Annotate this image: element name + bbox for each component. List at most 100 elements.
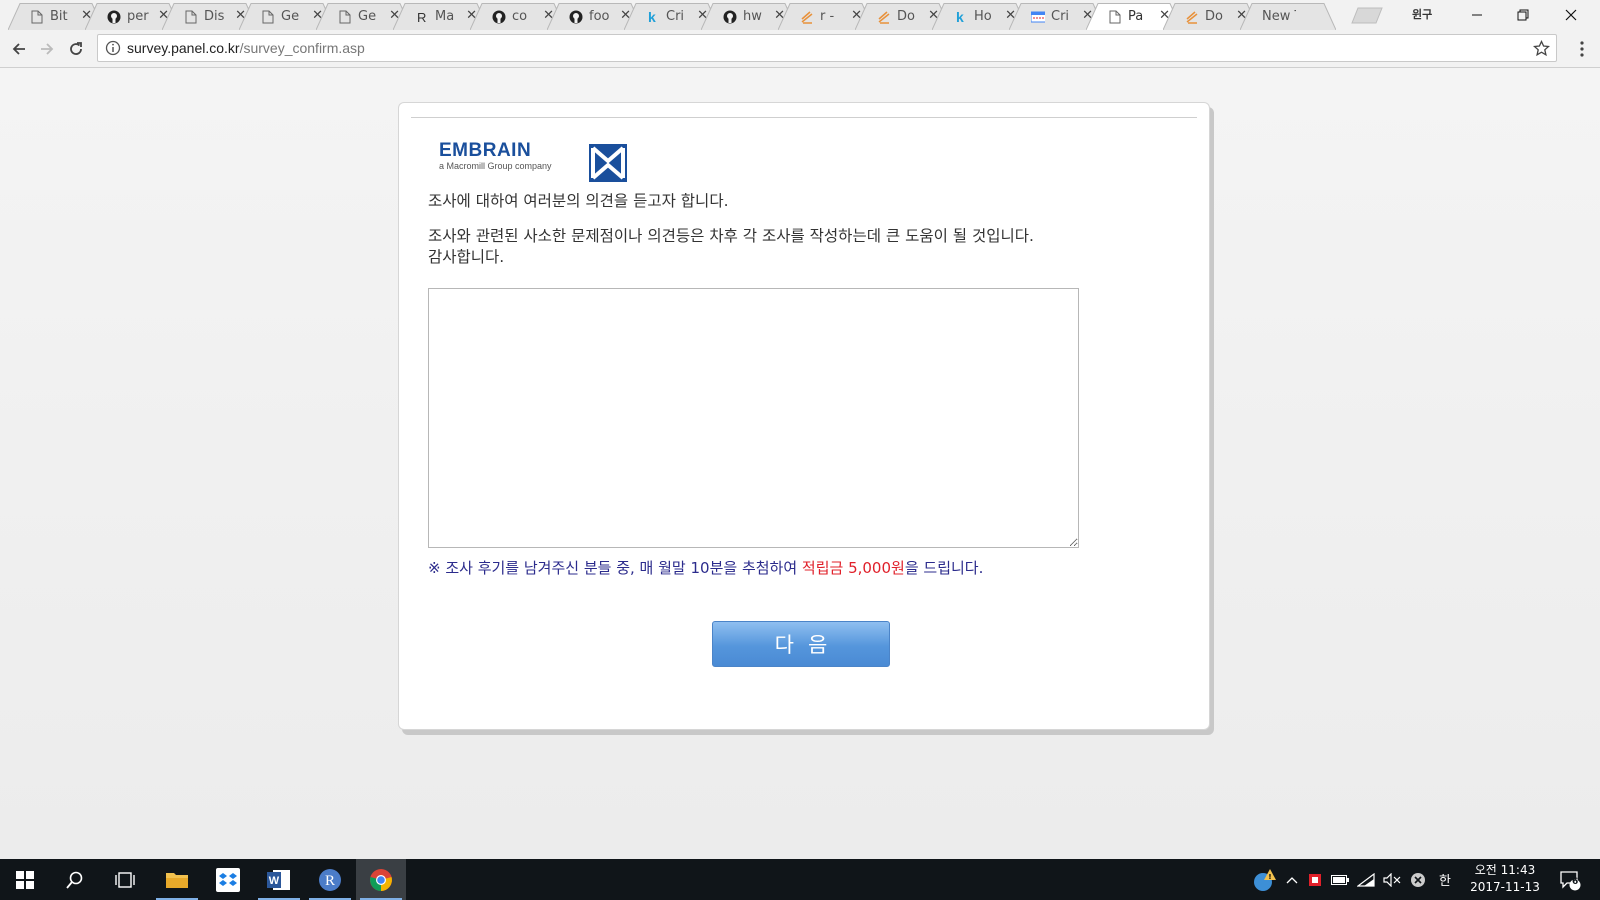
reload-icon <box>70 42 82 55</box>
stack-icon <box>800 10 814 24</box>
battery-button[interactable] <box>1328 859 1352 900</box>
close-icon <box>1565 9 1577 21</box>
tab-title: Do <box>1205 9 1223 24</box>
start-button[interactable] <box>0 859 50 900</box>
next-button[interactable]: 다음 <box>712 621 890 667</box>
profile-button[interactable]: 윈구 <box>1412 6 1432 22</box>
minimize-icon <box>1472 14 1482 16</box>
tab-title: r - <box>820 9 835 24</box>
clock[interactable]: 오전 11:43 2017-11-13 <box>1465 862 1545 896</box>
doc-icon <box>338 10 352 24</box>
file-explorer-button[interactable] <box>152 859 202 900</box>
stack-icon <box>1185 10 1199 24</box>
arrow-left-icon <box>12 43 25 55</box>
reload-button[interactable] <box>64 37 88 61</box>
tab-title: Do <box>897 9 915 24</box>
stack-icon <box>877 10 891 24</box>
svg-text:k: k <box>956 10 964 24</box>
windows-taskbar: W R ! 한 오전 11:43 2017-11-13 6 <box>0 859 1600 900</box>
r-button[interactable]: R <box>305 859 355 900</box>
tab-title: New T <box>1262 9 1296 24</box>
show-hidden-icons-button[interactable] <box>1282 859 1302 900</box>
tab-16[interactable]: New T <box>1240 3 1336 30</box>
doc-icon <box>261 10 275 24</box>
word-icon: W <box>267 869 290 890</box>
forward-button[interactable] <box>35 37 59 61</box>
battery-icon <box>1331 874 1349 885</box>
file-explorer-icon <box>166 872 188 888</box>
tray-update-button[interactable]: ! <box>1250 859 1280 900</box>
close-window-button[interactable] <box>1548 0 1594 30</box>
back-button[interactable] <box>7 37 31 61</box>
action-center-button[interactable]: 6 <box>1550 859 1590 900</box>
tab-title: Ho <box>974 9 992 24</box>
svg-text:R: R <box>417 10 426 24</box>
embrain-logo: EMBRAIN a Macromill Group company <box>439 141 627 182</box>
doc-icon <box>1108 10 1122 24</box>
restore-button[interactable] <box>1500 0 1546 30</box>
windows-logo-icon <box>16 870 34 889</box>
tab-title: Bit <box>50 9 68 24</box>
word-button[interactable]: W <box>254 859 304 900</box>
new-tab-button[interactable] <box>1350 7 1384 24</box>
survey-card: EMBRAIN a Macromill Group company 조사에 대하… <box>398 102 1210 730</box>
wifi-icon <box>1357 872 1375 887</box>
svg-text:!: ! <box>1268 873 1271 881</box>
r-icon: R <box>319 868 341 891</box>
tab-title: Cri <box>666 9 685 24</box>
notice-prefix: ※ 조사 후기를 남겨주신 분들 중, 매 월말 10분을 추첨하여 <box>428 559 802 577</box>
ime-button[interactable]: 한 <box>1432 859 1458 900</box>
chevron-up-icon <box>1286 876 1298 883</box>
address-bar[interactable]: survey.panel.co.kr/survey_confirm.asp <box>97 34 1557 62</box>
calendar-icon <box>1031 10 1045 24</box>
k-icon: k <box>954 10 968 24</box>
dropbox-icon <box>216 867 240 892</box>
volume-button[interactable] <box>1380 859 1404 900</box>
svg-text:EMBRAIN: EMBRAIN <box>439 141 531 161</box>
tab-title: Dis <box>204 9 225 24</box>
tab-title: Pa <box>1128 9 1144 24</box>
network-blocked-button[interactable] <box>1406 859 1430 900</box>
svg-text:a Macromill Group company: a Macromill Group company <box>439 161 552 171</box>
tab-title: Ma <box>435 9 455 24</box>
search-button[interactable] <box>50 859 100 900</box>
tab-title: per <box>127 9 149 24</box>
notice-highlight: 적립금 5,000원 <box>801 559 905 577</box>
intro-message: 조사에 대하여 여러분의 의견을 듣고자 합니다. <box>428 192 729 210</box>
tab-title: foo <box>589 9 610 24</box>
tab-title: co <box>512 9 528 24</box>
doc-icon <box>30 10 44 24</box>
wifi-button[interactable] <box>1354 859 1378 900</box>
github-icon <box>492 10 506 24</box>
task-view-button[interactable] <box>100 859 150 900</box>
volume-muted-icon <box>1383 872 1401 887</box>
tab-title: hw <box>743 9 762 24</box>
task-view-icon <box>115 871 135 888</box>
github-icon <box>107 10 121 24</box>
minimize-button[interactable] <box>1454 0 1500 30</box>
svg-text:R: R <box>325 873 335 889</box>
url-path: /survey_confirm.asp <box>239 40 365 56</box>
tab-title: Cri <box>1051 9 1070 24</box>
clock-date: 2017-11-13 <box>1470 880 1540 894</box>
chrome-button[interactable] <box>356 859 406 900</box>
chrome-icon <box>370 868 392 891</box>
browser-toolbar: survey.panel.co.kr/survey_confirm.asp <box>0 30 1600 68</box>
svg-text:W: W <box>269 875 280 887</box>
dropbox-button[interactable] <box>203 859 253 900</box>
browser-menu-icon[interactable] <box>1573 39 1591 59</box>
bookmark-star-icon[interactable] <box>1533 40 1550 57</box>
svg-text:k: k <box>648 10 656 24</box>
info-icon[interactable] <box>105 40 121 56</box>
tab-title: Ge <box>358 9 377 24</box>
feedback-textarea[interactable] <box>428 288 1079 548</box>
restore-icon <box>1517 9 1529 21</box>
tray-app-icon <box>1309 873 1321 886</box>
k-icon: k <box>646 10 660 24</box>
notice-suffix: 을 드립니다. <box>904 559 984 577</box>
github-icon <box>569 10 583 24</box>
tray-app-button[interactable] <box>1304 859 1326 900</box>
update-warning-icon: ! <box>1254 868 1276 891</box>
url-host: survey.panel.co.kr <box>127 40 240 56</box>
notification-count: 6 <box>1572 877 1579 887</box>
